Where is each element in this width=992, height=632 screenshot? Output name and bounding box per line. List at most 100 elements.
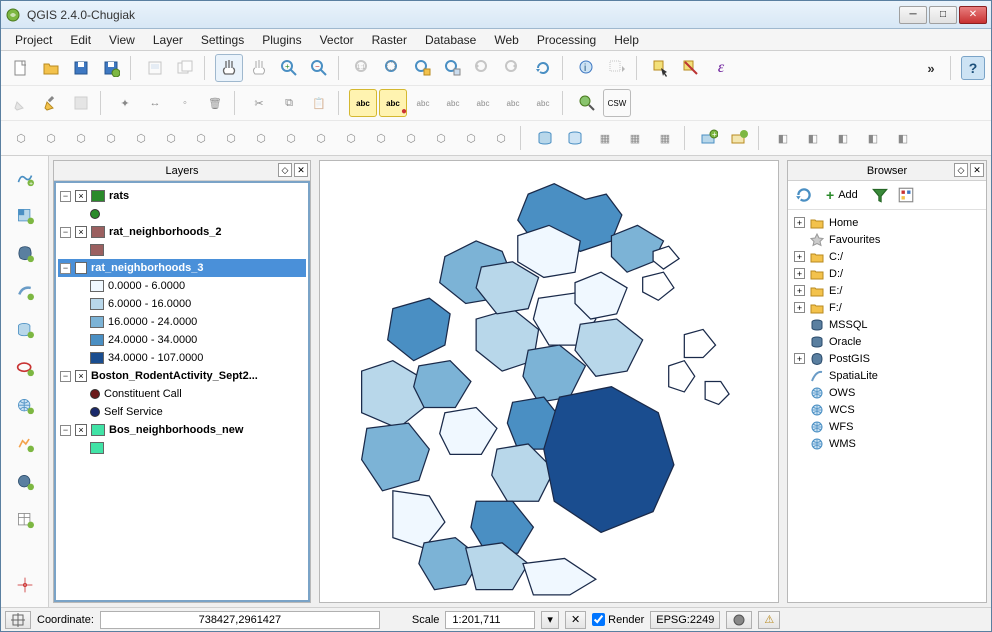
delete-selected-button[interactable]: 🗑 bbox=[201, 89, 229, 117]
maximize-button[interactable]: □ bbox=[929, 6, 957, 24]
browser-collapse-button[interactable] bbox=[896, 185, 916, 205]
add-raster-layer-button[interactable] bbox=[9, 200, 41, 232]
digitize-11[interactable]: ⬡ bbox=[307, 124, 335, 152]
add-spatialite-layer-button[interactable] bbox=[9, 276, 41, 308]
misc-2[interactable]: ◧ bbox=[799, 124, 827, 152]
label-tool-2[interactable]: abc● bbox=[379, 89, 407, 117]
menu-raster[interactable]: Raster bbox=[364, 31, 415, 49]
browser-item[interactable]: +C:/ bbox=[790, 248, 984, 265]
layers-panel-detach-button[interactable]: ◇ bbox=[278, 163, 292, 177]
digitize-12[interactable]: ⬡ bbox=[337, 124, 365, 152]
browser-toggle-icon[interactable]: + bbox=[794, 302, 805, 313]
add-wms-layer-button[interactable] bbox=[9, 390, 41, 422]
csw-button[interactable]: CSW bbox=[603, 89, 631, 117]
composer-manager-button[interactable] bbox=[171, 54, 199, 82]
pan-map-button[interactable] bbox=[215, 54, 243, 82]
menu-settings[interactable]: Settings bbox=[193, 31, 252, 49]
menu-database[interactable]: Database bbox=[417, 31, 484, 49]
open-project-button[interactable] bbox=[37, 54, 65, 82]
zoom-full-button[interactable] bbox=[379, 54, 407, 82]
digitize-6[interactable]: ⬡ bbox=[157, 124, 185, 152]
label-tool-7[interactable]: abc bbox=[529, 89, 557, 117]
crs-status-icon[interactable] bbox=[726, 611, 752, 629]
messages-button[interactable]: ⚠ bbox=[758, 611, 780, 629]
menu-edit[interactable]: Edit bbox=[62, 31, 99, 49]
browser-item[interactable]: MSSQL bbox=[790, 316, 984, 333]
layer-visibility-checkbox[interactable]: × bbox=[75, 424, 87, 436]
menu-help[interactable]: Help bbox=[606, 31, 647, 49]
label-tool-5[interactable]: abc bbox=[469, 89, 497, 117]
browser-item[interactable]: Favourites bbox=[790, 231, 984, 248]
layer-class-row[interactable]: 6.0000 - 16.0000 bbox=[88, 295, 306, 313]
menu-project[interactable]: Project bbox=[7, 31, 60, 49]
browser-toggle-icon[interactable]: + bbox=[794, 285, 805, 296]
add-layer-2[interactable] bbox=[725, 124, 753, 152]
digitize-17[interactable]: ⬡ bbox=[487, 124, 515, 152]
digitize-8[interactable]: ⬡ bbox=[217, 124, 245, 152]
digitize-5[interactable]: ⬡ bbox=[127, 124, 155, 152]
browser-refresh-button[interactable] bbox=[794, 185, 814, 205]
misc-5[interactable]: ◧ bbox=[889, 124, 917, 152]
add-vector-layer-button[interactable]: + bbox=[9, 162, 41, 194]
digitize-15[interactable]: ⬡ bbox=[427, 124, 455, 152]
browser-toggle-icon[interactable]: + bbox=[794, 251, 805, 262]
refresh-button[interactable] bbox=[529, 54, 557, 82]
menu-layer[interactable]: Layer bbox=[145, 31, 191, 49]
map-canvas[interactable] bbox=[319, 160, 779, 603]
scale-dropdown-button[interactable]: ▾ bbox=[541, 611, 559, 629]
browser-item[interactable]: WMS bbox=[790, 435, 984, 452]
layers-tree[interactable]: −×rats−×rat_neighborhoods_2−×rat_neighbo… bbox=[54, 181, 310, 602]
zoom-layer-button[interactable] bbox=[439, 54, 467, 82]
layer-class-row[interactable]: 24.0000 - 34.0000 bbox=[88, 331, 306, 349]
browser-item[interactable]: Oracle bbox=[790, 333, 984, 350]
minimize-button[interactable]: ─ bbox=[899, 6, 927, 24]
browser-toggle-icon[interactable]: + bbox=[794, 217, 805, 228]
zoom-native-button[interactable]: 1:1 bbox=[349, 54, 377, 82]
add-wfs-layer-button[interactable] bbox=[9, 466, 41, 498]
tree-toggle-icon[interactable]: − bbox=[60, 191, 71, 202]
zoom-out-button[interactable]: − bbox=[305, 54, 333, 82]
browser-item[interactable]: +D:/ bbox=[790, 265, 984, 282]
db-5[interactable]: ▦ bbox=[651, 124, 679, 152]
menu-web[interactable]: Web bbox=[486, 31, 526, 49]
identify-button[interactable]: i bbox=[573, 54, 601, 82]
toggle-extents-button[interactable] bbox=[5, 611, 31, 629]
menu-vector[interactable]: Vector bbox=[312, 31, 362, 49]
select-by-expression-button[interactable]: ε bbox=[707, 54, 735, 82]
layers-panel-close-button[interactable]: ✕ bbox=[294, 163, 308, 177]
add-wcs-layer-button[interactable] bbox=[9, 428, 41, 460]
layer-class-row[interactable]: 0.0000 - 6.0000 bbox=[88, 277, 306, 295]
browser-toggle-icon[interactable]: + bbox=[794, 353, 805, 364]
add-postgis-layer-button[interactable] bbox=[9, 238, 41, 270]
digitize-1[interactable]: ⬡ bbox=[7, 124, 35, 152]
db-3[interactable]: ▦ bbox=[591, 124, 619, 152]
browser-item[interactable]: OWS bbox=[790, 384, 984, 401]
tree-toggle-icon[interactable]: − bbox=[60, 227, 71, 238]
save-project-as-button[interactable] bbox=[97, 54, 125, 82]
deselect-all-button[interactable] bbox=[677, 54, 705, 82]
db-1[interactable] bbox=[531, 124, 559, 152]
browser-item[interactable]: WFS bbox=[790, 418, 984, 435]
coordinate-capture-button[interactable] bbox=[9, 569, 41, 601]
layer-class-row[interactable]: 34.0000 - 107.0000 bbox=[88, 349, 306, 367]
node-tool-button[interactable]: ◦ bbox=[171, 89, 199, 117]
layer-visibility-checkbox[interactable]: × bbox=[75, 262, 87, 274]
digitize-3[interactable]: ⬡ bbox=[67, 124, 95, 152]
new-print-composer-button[interactable] bbox=[141, 54, 169, 82]
tree-toggle-icon[interactable]: − bbox=[60, 371, 71, 382]
tree-toggle-icon[interactable]: − bbox=[60, 425, 71, 436]
digitize-4[interactable]: ⬡ bbox=[97, 124, 125, 152]
crs-button[interactable]: EPSG:2249 bbox=[650, 611, 720, 629]
browser-panel-close-button[interactable]: ✕ bbox=[970, 163, 984, 177]
layer-row[interactable]: −×Boston_RodentActivity_Sept2... bbox=[58, 367, 306, 385]
layer-visibility-checkbox[interactable]: × bbox=[75, 370, 87, 382]
layer-row[interactable]: −×rat_neighborhoods_3 bbox=[58, 259, 306, 277]
scale-lock-button[interactable]: ✕ bbox=[565, 611, 586, 629]
digitize-14[interactable]: ⬡ bbox=[397, 124, 425, 152]
save-layer-edits-button[interactable] bbox=[67, 89, 95, 117]
layer-class-row[interactable]: Constituent Call bbox=[88, 385, 306, 403]
browser-item[interactable]: WCS bbox=[790, 401, 984, 418]
browser-tree[interactable]: +HomeFavourites+C:/+D:/+E:/+F:/MSSQLOrac… bbox=[788, 210, 986, 602]
cut-features-button[interactable]: ✂ bbox=[245, 89, 273, 117]
add-oracle-layer-button[interactable] bbox=[9, 352, 41, 384]
